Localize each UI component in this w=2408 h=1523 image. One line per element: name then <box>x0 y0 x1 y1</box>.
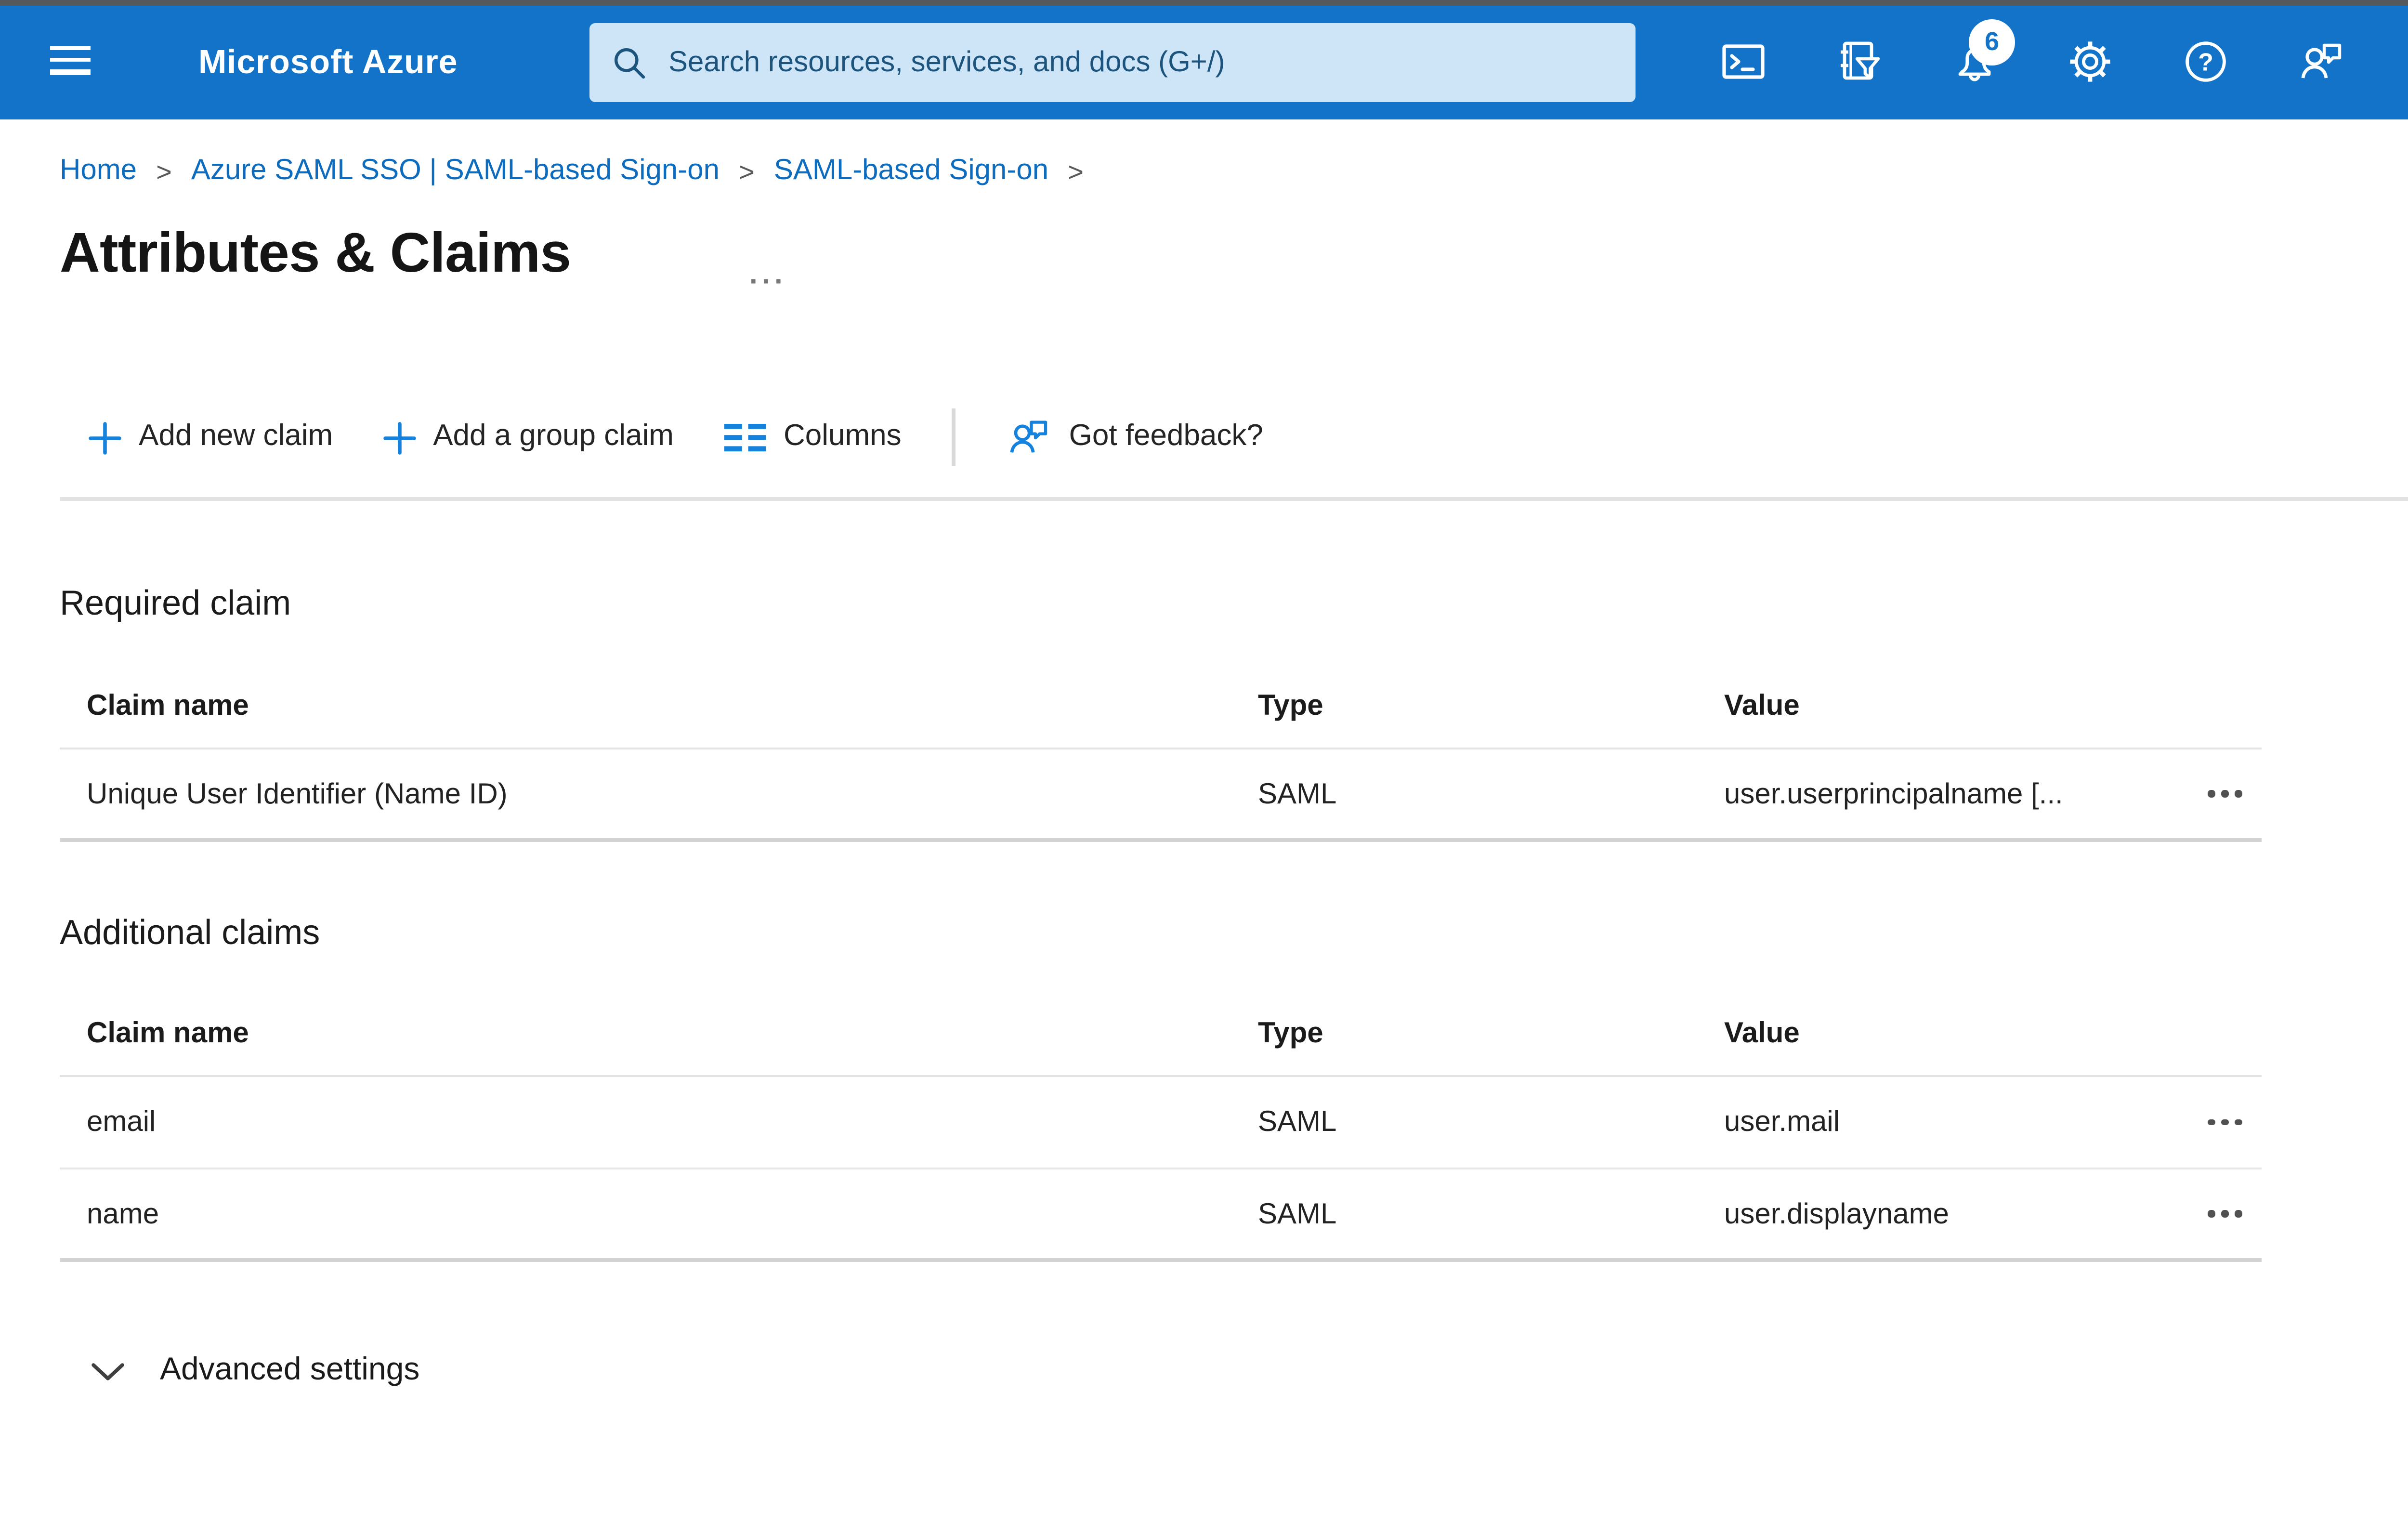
column-header-claim-name: Claim name <box>87 1016 249 1049</box>
claim-name-cell: name <box>87 1197 159 1230</box>
breadcrumb-saml-signon[interactable]: SAML-based Sign-on <box>774 154 1048 187</box>
columns-button[interactable]: Columns <box>723 420 902 455</box>
table-header-row: Claim name Type Value <box>60 663 2262 749</box>
svg-text:?: ? <box>2198 48 2213 76</box>
azure-portal-page: Microsoft Azure 6 ? <box>0 0 2408 1523</box>
breadcrumb-separator: > <box>739 155 755 186</box>
more-options-ellipsis-icon[interactable]: ··· <box>749 266 787 299</box>
claim-value-cell: user.mail <box>1724 1106 1840 1139</box>
search-icon <box>613 46 645 79</box>
required-claim-heading: Required claim <box>60 584 291 622</box>
plus-icon <box>383 421 416 454</box>
additional-claims-table: Claim name Type Value email SAML user.ma… <box>60 990 2262 1262</box>
breadcrumb-separator: > <box>1068 155 1084 186</box>
search-input[interactable] <box>665 44 1612 81</box>
row-menu-icon[interactable] <box>2177 1118 2262 1126</box>
column-header-claim-name: Claim name <box>87 689 249 722</box>
claim-name-cell: email <box>87 1106 156 1139</box>
notification-count-badge[interactable]: 6 <box>1969 19 2015 66</box>
window-edge-strip <box>0 0 2408 6</box>
settings-gear-icon[interactable] <box>2065 37 2115 87</box>
plus-icon <box>89 421 121 454</box>
row-menu-icon[interactable] <box>2177 790 2262 798</box>
add-group-claim-button[interactable]: Add a group claim <box>383 420 674 455</box>
feedback-icon <box>1006 414 1052 460</box>
columns-icon <box>723 423 766 452</box>
feedback-icon[interactable] <box>2296 37 2346 87</box>
claim-type-cell: SAML <box>1258 777 1337 810</box>
hamburger-menu-icon[interactable] <box>50 46 91 79</box>
table-row[interactable]: email SAML user.mail <box>60 1077 2262 1169</box>
table-header-row: Claim name Type Value <box>60 990 2262 1077</box>
chevron-down-icon <box>91 1361 125 1380</box>
add-new-claim-label: Add new claim <box>139 420 333 453</box>
advanced-settings-toggle[interactable]: Advanced settings <box>91 1352 419 1389</box>
got-feedback-label: Got feedback? <box>1069 420 1263 453</box>
columns-label: Columns <box>783 420 902 453</box>
claim-type-cell: SAML <box>1258 1197 1337 1230</box>
column-header-value: Value <box>1724 1016 1800 1049</box>
toolbar-rule <box>60 497 2408 501</box>
claim-value-cell: user.displayname <box>1724 1197 1949 1230</box>
directory-filter-icon[interactable] <box>1834 37 1884 87</box>
help-icon[interactable]: ? <box>2181 37 2231 87</box>
column-header-type: Type <box>1258 1016 1323 1049</box>
column-header-type: Type <box>1258 689 1323 722</box>
claim-value-cell: user.userprincipalname [... <box>1724 777 2063 810</box>
table-row[interactable]: Unique User Identifier (Name ID) SAML us… <box>60 749 2262 842</box>
required-claim-table: Claim name Type Value Unique User Identi… <box>60 663 2262 842</box>
breadcrumb: Home > Azure SAML SSO | SAML-based Sign-… <box>60 154 1103 187</box>
claim-type-cell: SAML <box>1258 1106 1337 1139</box>
table-row[interactable]: name SAML user.displayname <box>60 1169 2262 1262</box>
column-header-value: Value <box>1724 689 1800 722</box>
advanced-settings-label: Advanced settings <box>160 1352 420 1387</box>
got-feedback-button[interactable]: Got feedback? <box>1006 414 1263 460</box>
azure-top-bar: Microsoft Azure 6 ? <box>0 6 2408 119</box>
page-title: Attributes & Claims <box>60 223 571 285</box>
row-menu-icon[interactable] <box>2177 1210 2262 1218</box>
global-search-box[interactable] <box>589 23 1636 102</box>
add-new-claim-button[interactable]: Add new claim <box>89 420 333 455</box>
product-logo[interactable]: Microsoft Azure <box>198 6 458 119</box>
additional-claims-heading: Additional claims <box>60 913 320 952</box>
add-group-claim-label: Add a group claim <box>433 420 674 453</box>
cloud-shell-icon[interactable] <box>1718 37 1768 87</box>
toolbar-divider <box>951 408 955 466</box>
claim-name-cell: Unique User Identifier (Name ID) <box>87 777 508 810</box>
breadcrumb-separator: > <box>156 155 172 186</box>
breadcrumb-app-sso[interactable]: Azure SAML SSO | SAML-based Sign-on <box>191 154 720 187</box>
command-bar: Add new claim Add a group claim Columns … <box>89 399 1263 476</box>
breadcrumb-home[interactable]: Home <box>60 154 137 187</box>
